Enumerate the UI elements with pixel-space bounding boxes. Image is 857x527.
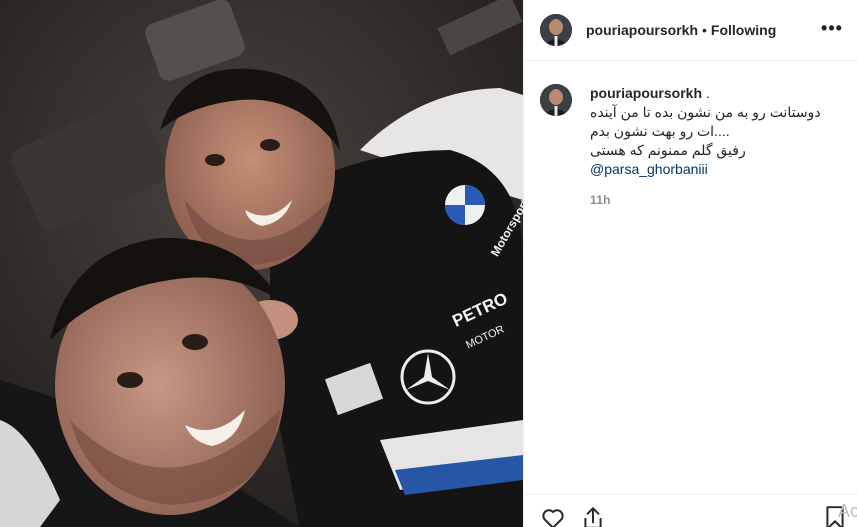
- caption-line-3: رفیق گلم ممنونم که هستی: [590, 142, 746, 158]
- action-bar: Act: [524, 494, 857, 527]
- caption-line-1: دوستانت رو به من نشون بده تا من آینده: [590, 104, 821, 120]
- caption-username[interactable]: pouriapoursorkh: [590, 85, 702, 101]
- caption-comment: pouriapoursorkh . دوستانت رو به من نشون …: [540, 84, 850, 210]
- post-side-panel: pouriapoursorkh • Following ••• pouriapo…: [523, 0, 857, 527]
- instagram-post-modal: Motorsport PETRO MOTOR pouriapoursorkh •…: [0, 0, 857, 527]
- header-separator: •: [702, 22, 707, 38]
- caption-username-suffix: .: [705, 85, 710, 101]
- author-avatar[interactable]: [540, 14, 572, 46]
- author-username[interactable]: pouriapoursorkh: [586, 22, 698, 38]
- caption-body: pouriapoursorkh . دوستانت رو به من نشون …: [590, 84, 845, 210]
- heart-icon[interactable]: [540, 505, 566, 527]
- more-options-icon[interactable]: •••: [820, 16, 844, 40]
- follow-status-button[interactable]: Following: [711, 22, 776, 38]
- caption-line-2: ....ات رو بهت نشون بدم: [590, 123, 730, 139]
- caption-avatar[interactable]: [540, 84, 572, 116]
- post-header: pouriapoursorkh • Following •••: [524, 0, 857, 61]
- selfie-illustration: Motorsport PETRO MOTOR: [0, 0, 523, 527]
- post-timestamp[interactable]: 11h: [590, 191, 845, 210]
- share-icon[interactable]: [580, 505, 606, 527]
- activate-windows-watermark: Act: [837, 501, 857, 521]
- header-names: pouriapoursorkh • Following: [586, 22, 776, 38]
- mention-link[interactable]: @parsa_ghorbaniii: [590, 160, 845, 179]
- post-photo[interactable]: Motorsport PETRO MOTOR: [0, 0, 523, 527]
